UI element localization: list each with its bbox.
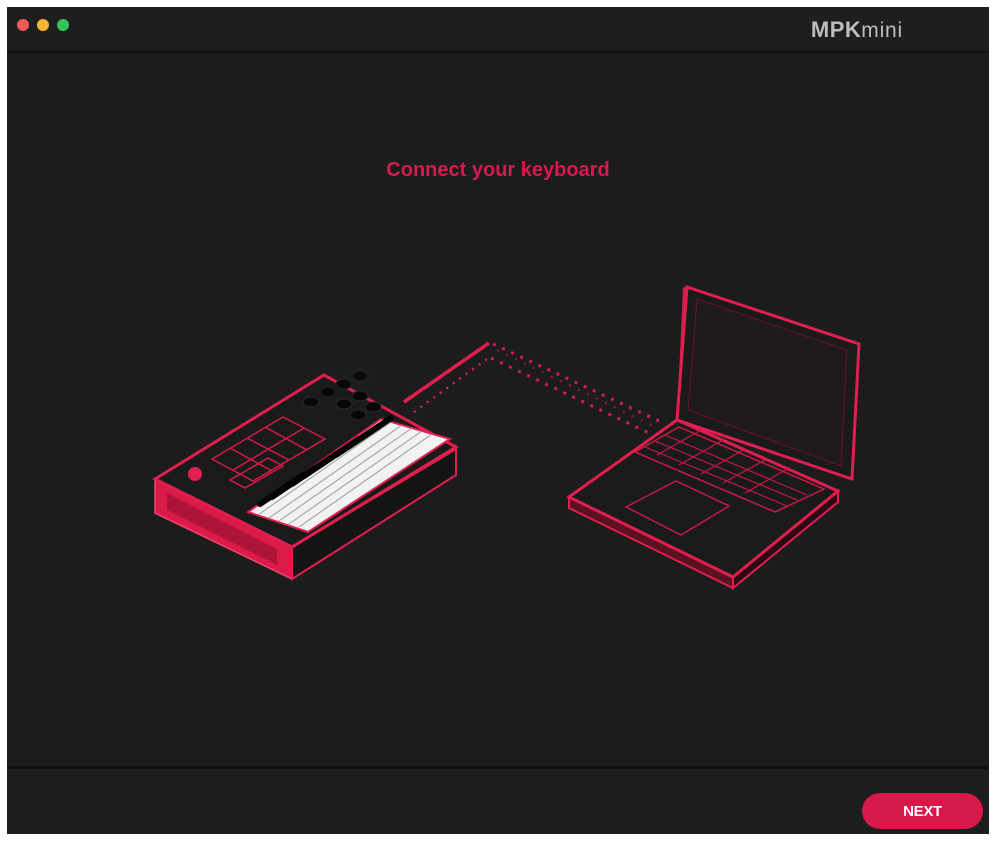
window-zoom-button[interactable] [57,19,69,31]
usb-cable-icon [403,341,660,436]
logo-mpk: MPK [810,17,862,42]
mpk-mini-logo: MPKmini [811,17,903,43]
footer-bar: NEXT [7,766,989,834]
main-content: Connect your keyboard [7,53,989,766]
connection-illustration [151,284,861,591]
window-close-button[interactable] [17,19,29,31]
midi-keyboard-icon [151,370,459,581]
title-bar: MPKmini [7,7,989,53]
app-window: MPKmini Connect your keyboard NEXT [7,7,989,834]
laptop-icon [566,284,861,591]
window-minimize-button[interactable] [37,19,49,31]
logo-mini: mini [861,19,903,42]
next-button[interactable]: NEXT [862,793,983,829]
